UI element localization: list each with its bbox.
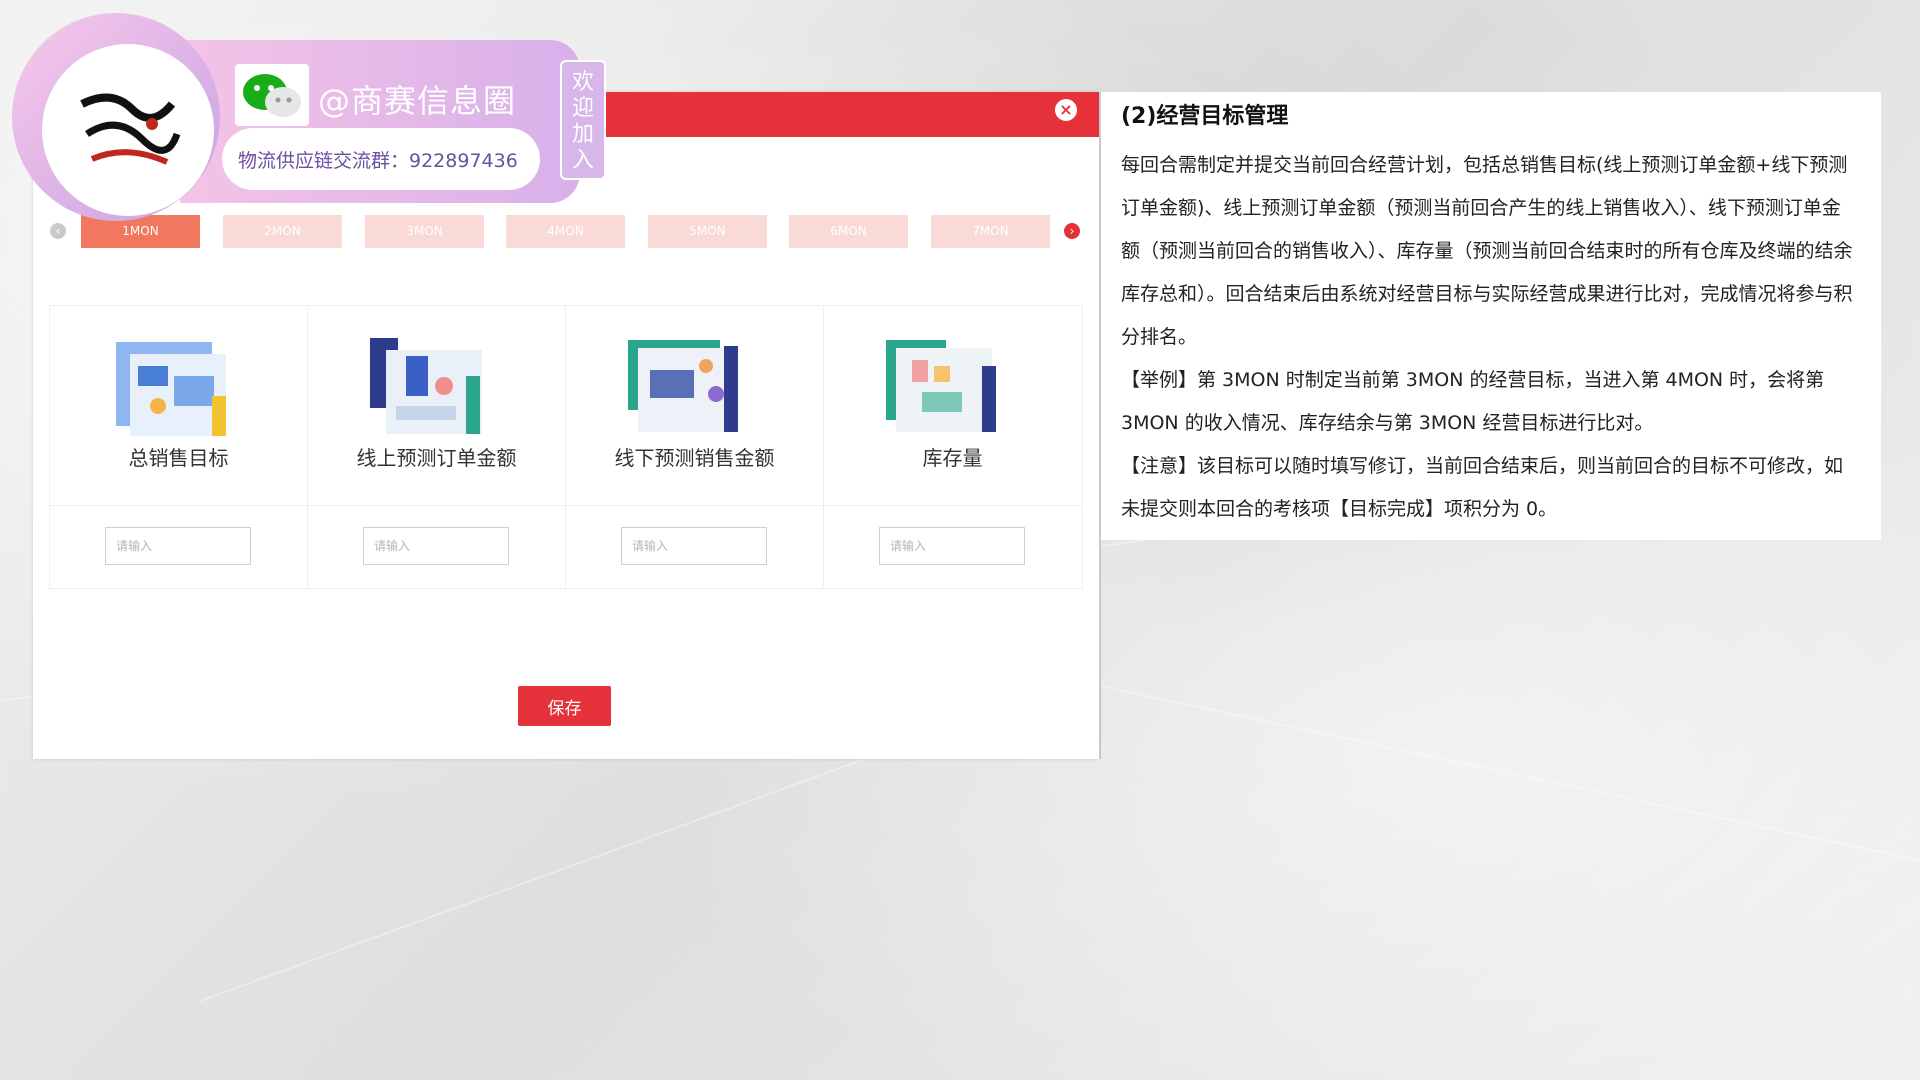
tab-4mon[interactable]: 4MON [506, 215, 625, 248]
total-sales-illustration-icon [116, 342, 226, 436]
offline-forecast-illustration-icon [628, 340, 738, 432]
inventory-illustration-icon [886, 340, 996, 432]
tab-2mon[interactable]: 2MON [223, 215, 342, 248]
seal-logo [80, 93, 181, 165]
doc-body: 每回合需制定并提交当前回合经营计划，包括总销售目标(线上预测订单金额+线下预测订… [1121, 144, 1856, 531]
tab-3mon[interactable]: 3MON [365, 215, 484, 248]
watermark-handle: @商赛信息圈 [318, 82, 517, 120]
doc-title: (2)经营目标管理 [1121, 104, 1289, 129]
goal-inventory: 库存量 [824, 306, 1081, 588]
goal-label: 线下预测销售金额 [614, 446, 775, 470]
watermark-group-pill: 物流供应链交流群：922897436 [222, 128, 540, 190]
wechat-icon [235, 64, 309, 126]
doc-paragraph: 【举例】第 3MON 时制定当前第 3MON 的经营目标，当进入第 4MON 时… [1121, 369, 1825, 434]
goal-offline-forecast: 线下预测销售金额 [566, 306, 824, 588]
tab-6mon[interactable]: 6MON [789, 215, 908, 248]
doc-paragraph: 每回合需制定并提交当前回合经营计划，包括总销售目标(线上预测订单金额+线下预测订… [1121, 154, 1853, 348]
watermark-group-text: 物流供应链交流群：922897436 [238, 150, 518, 172]
goal-online-forecast: 线上预测订单金额 [308, 306, 566, 588]
watermark-join-badge: 欢迎加入 [560, 60, 606, 180]
tab-1mon[interactable]: 1MON [81, 215, 200, 248]
goal-grid: 总销售目标 线上预测订单金额 线 [49, 305, 1083, 589]
goal-label: 库存量 [922, 446, 983, 470]
tab-7mon[interactable]: 7MON [931, 215, 1050, 248]
watermark-logo-inner [42, 44, 214, 216]
watermark-logo-ring [12, 13, 220, 221]
close-icon[interactable]: × [1055, 99, 1077, 121]
save-button[interactable]: 保存 [518, 686, 611, 726]
next-arrow-icon[interactable]: › [1064, 223, 1080, 239]
doc-paragraph: 【注意】该目标可以随时填写修订，当前回合结束后，则当前回合的目标不可修改，如未提… [1121, 455, 1844, 520]
month-tab-bar: ‹ 1MON 2MON 3MON 4MON 5MON 6MON 7MON › [33, 215, 1099, 249]
online-forecast-illustration-icon [370, 338, 482, 434]
prev-arrow-icon[interactable]: ‹ [50, 223, 66, 239]
online-forecast-input[interactable] [363, 527, 509, 565]
doc-panel: (2)经营目标管理 每回合需制定并提交当前回合经营计划，包括总销售目标(线上预测… [1101, 92, 1881, 540]
inventory-input[interactable] [879, 527, 1025, 565]
goal-label: 总销售目标 [128, 446, 229, 470]
goal-total-sales: 总销售目标 [50, 306, 308, 588]
total-sales-input[interactable] [105, 527, 251, 565]
goal-label: 线上预测订单金额 [356, 446, 517, 470]
tab-5mon[interactable]: 5MON [648, 215, 767, 248]
offline-forecast-input[interactable] [621, 527, 767, 565]
